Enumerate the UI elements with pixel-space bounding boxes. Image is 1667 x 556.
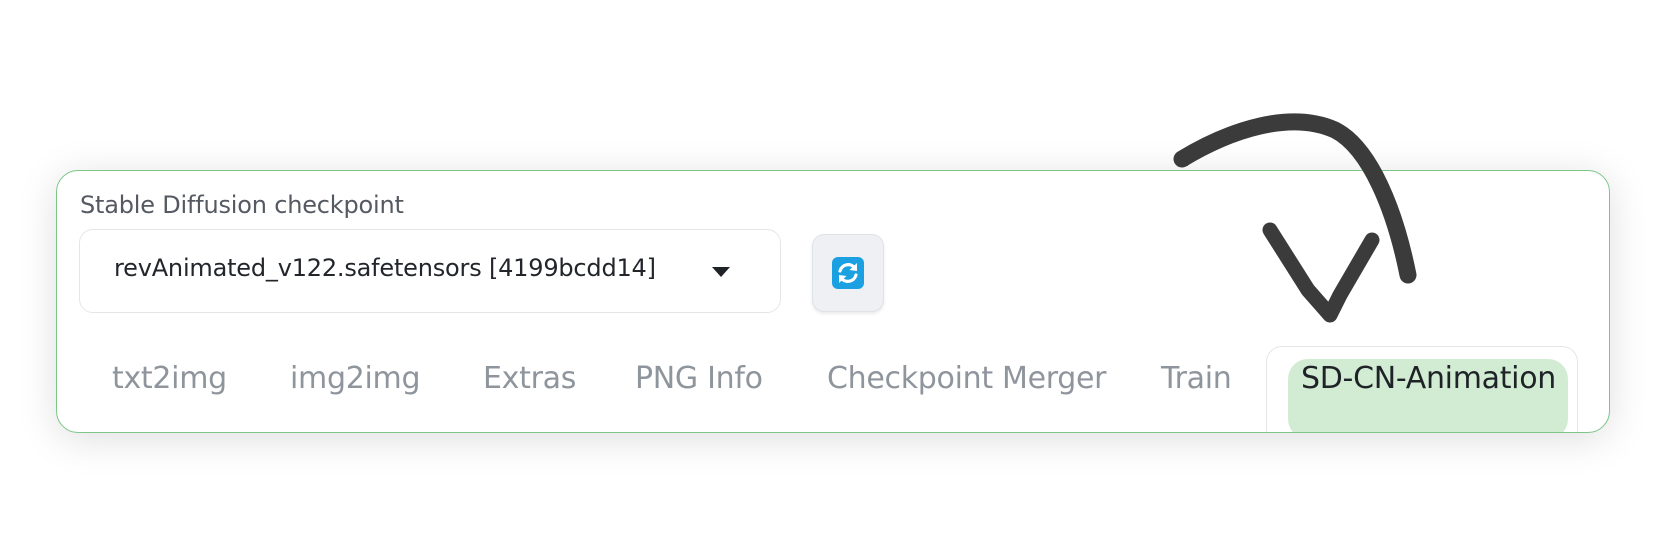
tab-img2img[interactable]: img2img (290, 361, 421, 396)
tab-checkpoint-merger[interactable]: Checkpoint Merger (827, 361, 1107, 396)
refresh-icon (832, 257, 864, 289)
tab-train[interactable]: Train (1161, 361, 1232, 396)
caret-down-icon (712, 267, 730, 277)
tab-sd-cn-animation-label: SD-CN-Animation (1301, 361, 1556, 396)
curved-arrow-icon (1173, 113, 1417, 323)
main-tabs: txt2img img2img Extras PNG Info Checkpoi… (57, 346, 1609, 432)
screenshot-stage: Stable Diffusion checkpoint revAnimated_… (0, 0, 1667, 556)
tab-png-info[interactable]: PNG Info (635, 361, 763, 396)
checkpoint-selected-value: revAnimated_v122.safetensors [4199bcdd14… (114, 254, 656, 282)
tab-extras[interactable]: Extras (483, 361, 576, 396)
checkpoint-label: Stable Diffusion checkpoint (80, 191, 404, 219)
refresh-checkpoints-button[interactable] (812, 234, 884, 312)
tab-txt2img[interactable]: txt2img (112, 361, 227, 396)
checkpoint-dropdown[interactable]: revAnimated_v122.safetensors [4199bcdd14… (79, 229, 781, 313)
